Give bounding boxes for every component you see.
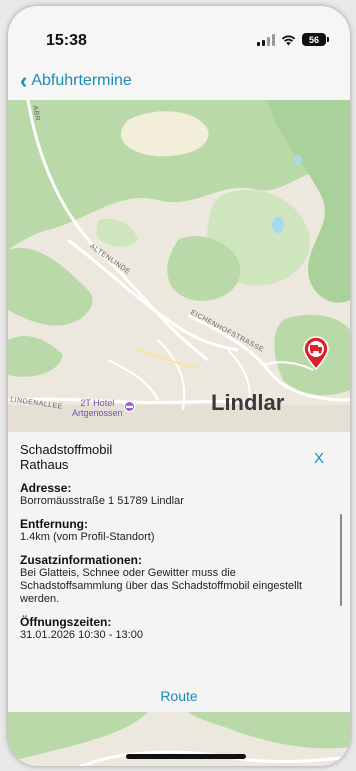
info-value: Bei Glatteis, Schnee oder Gewitter muss … [20,567,303,605]
hotel-label-line1: 2T Hotel [80,398,115,408]
status-bar: 15:38 56 [8,6,350,66]
route-button[interactable]: Route [8,688,350,704]
map-poi-hotel[interactable]: 2T Hotel Artgenossen [72,398,123,418]
hours-value: 31.01.2026 10:30 - 13:00 [20,629,143,641]
status-icons: 56 [257,33,329,46]
close-button[interactable]: X [314,450,324,467]
map-canvas [8,100,350,432]
navigation-bar: ‹ Abfuhrtermine [8,66,350,100]
back-label: Abfuhrtermine [31,72,132,89]
battery-icon: 56 [302,33,329,46]
info-heading: Zusatzinformationen: [20,553,142,567]
location-title-line1: Schadstoffmobil [20,442,113,457]
bed-icon: ▬ [124,401,135,412]
hotel-label-line2: Artgenossen [72,408,123,418]
signal-icon [257,33,275,46]
distance-heading: Entfernung: [20,517,88,531]
map-town-label: Lindlar [211,390,285,415]
status-time: 15:38 [46,32,87,49]
address-section: Adresse: Borromäusstraße 1 51789 Lindlar [20,481,338,508]
chevron-left-icon: ‹ [20,68,28,93]
truck-pin-icon[interactable] [302,336,330,370]
distance-section: Entfernung: 1.4km (vom Profil-Standort) [20,517,338,544]
hours-heading: Öffnungszeiten: [20,615,112,629]
map-view[interactable]: ABR ALTENLINDE EICHENHOFSTRASSE LINDENAL… [8,100,350,432]
location-title: Schadstoffmobil Rathaus [20,442,338,472]
address-value: Borromäusstraße 1 51789 Lindlar [20,495,184,507]
location-details-panel: Schadstoffmobil Rathaus X Adresse: Borro… [8,432,350,712]
distance-value: 1.4km (vom Profil-Standort) [20,531,155,543]
location-title-line2: Rathaus [20,457,69,472]
info-section: Zusatzinformationen: Bei Glatteis, Schne… [20,553,338,606]
address-heading: Adresse: [20,481,72,495]
wifi-icon [281,34,296,45]
scrollbar[interactable] [340,514,342,606]
home-indicator[interactable] [126,754,246,759]
back-button[interactable]: ‹ Abfuhrtermine [20,68,132,93]
phone-screen: 15:38 56 ‹ Abfuhrtermine ABR ALTENLINDE … [8,6,350,766]
hours-section: Öffnungszeiten: 31.01.2026 10:30 - 13:00 [20,615,338,642]
